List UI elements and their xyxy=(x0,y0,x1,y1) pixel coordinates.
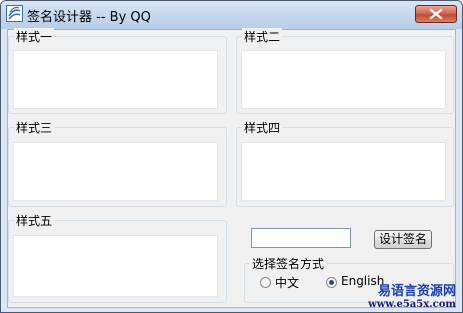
style-1-preview xyxy=(13,50,218,109)
group-style-1: 样式一 xyxy=(8,28,227,114)
group-style-5-label: 样式五 xyxy=(14,212,55,229)
radio-chinese[interactable] xyxy=(260,277,271,288)
group-style-2-label: 样式二 xyxy=(242,28,283,45)
group-style-2: 样式二 xyxy=(236,28,454,114)
close-button[interactable] xyxy=(415,5,457,23)
style-2-preview xyxy=(241,50,446,109)
app-icon xyxy=(6,5,23,22)
style-4-preview xyxy=(241,142,446,201)
group-style-4: 样式四 xyxy=(236,119,454,207)
group-style-3: 样式三 xyxy=(8,119,227,207)
client-area: 样式一 样式二 样式三 样式四 样式五 设计签名 选择签名方式 中文 Engli… xyxy=(7,28,456,308)
radio-english[interactable] xyxy=(326,277,337,288)
watermark-url: www.e5a5x.com xyxy=(368,299,456,310)
signature-method-label: 选择签名方式 xyxy=(250,255,327,272)
title-bar[interactable]: 签名设计器 -- By QQ xyxy=(1,1,462,29)
style-3-preview xyxy=(13,142,218,201)
name-input[interactable] xyxy=(251,228,351,248)
group-style-3-label: 样式三 xyxy=(14,119,55,136)
design-signature-button[interactable]: 设计签名 xyxy=(374,230,432,249)
watermark-brand: 易语言资源网 xyxy=(377,284,456,299)
app-window: 签名设计器 -- By QQ 样式一 样式二 样式三 样式四 样式五 设计签名 … xyxy=(0,0,463,313)
group-style-5: 样式五 xyxy=(8,212,227,303)
close-icon xyxy=(429,8,443,20)
watermark: 易语言资源网 www.e5a5x.com xyxy=(368,280,456,310)
group-style-4-label: 样式四 xyxy=(242,119,283,136)
style-5-preview xyxy=(13,235,218,297)
radio-chinese-label[interactable]: 中文 xyxy=(275,274,299,291)
group-style-1-label: 样式一 xyxy=(14,28,55,45)
window-title: 签名设计器 -- By QQ xyxy=(27,10,151,25)
